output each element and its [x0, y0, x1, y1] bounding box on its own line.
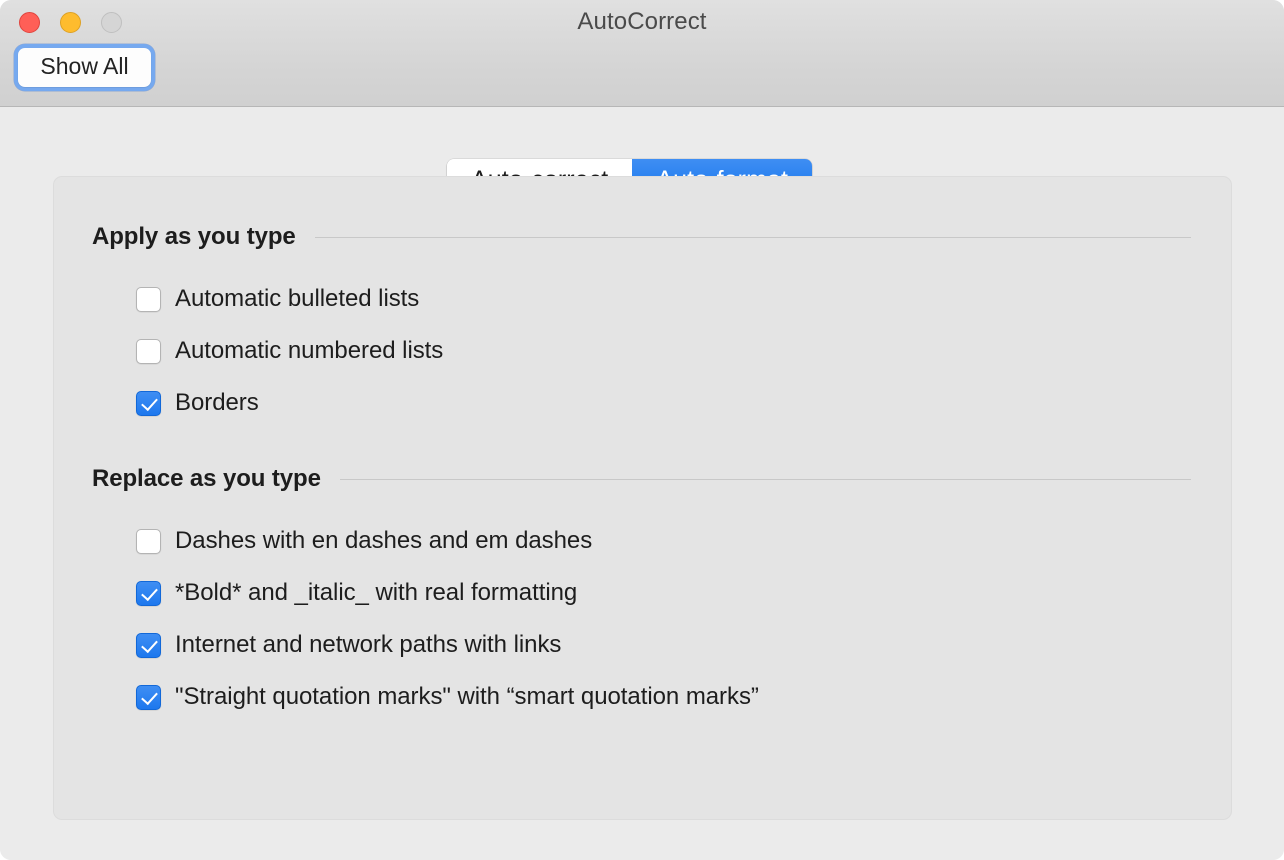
- group-divider: [340, 479, 1191, 480]
- checkbox-label: Automatic bulleted lists: [175, 285, 419, 313]
- group-title: Apply as you type: [92, 223, 296, 251]
- window-titlebar: AutoCorrect Show All: [0, 0, 1284, 107]
- group-replace-as-you-type: Replace as you type Dashes with en dashe…: [54, 465, 1231, 723]
- show-all-focus-ring: Show All: [14, 44, 155, 91]
- checkbox-row-dashes[interactable]: Dashes with en dashes and em dashes: [136, 515, 1231, 567]
- checkbox-icon-checked[interactable]: [136, 581, 161, 606]
- checkbox-row-automatic-bulleted-lists[interactable]: Automatic bulleted lists: [136, 273, 1231, 325]
- checkbox-row-automatic-numbered-lists[interactable]: Automatic numbered lists: [136, 325, 1231, 377]
- auto-format-panel: Apply as you type Automatic bulleted lis…: [53, 176, 1232, 820]
- checkbox-icon-unchecked[interactable]: [136, 339, 161, 364]
- checkbox-icon-checked[interactable]: [136, 633, 161, 658]
- checkbox-row-borders[interactable]: Borders: [136, 377, 1231, 429]
- group-header: Replace as you type: [54, 465, 1231, 493]
- preferences-content: Auto-correct Auto-format Apply as you ty…: [0, 108, 1284, 860]
- page-title: AutoCorrect: [0, 8, 1284, 36]
- checkbox-list: Dashes with en dashes and em dashes *Bol…: [54, 515, 1231, 723]
- checkbox-list: Automatic bulleted lists Automatic numbe…: [54, 273, 1231, 429]
- checkbox-label: Dashes with en dashes and em dashes: [175, 527, 592, 555]
- show-all-button[interactable]: Show All: [18, 48, 151, 87]
- checkbox-row-internet-paths[interactable]: Internet and network paths with links: [136, 619, 1231, 671]
- checkbox-icon-unchecked[interactable]: [136, 529, 161, 554]
- group-divider: [315, 237, 1191, 238]
- group-title: Replace as you type: [92, 465, 321, 493]
- group-header: Apply as you type: [54, 223, 1231, 251]
- checkbox-row-bold-italic[interactable]: *Bold* and _italic_ with real formatting: [136, 567, 1231, 619]
- checkbox-row-smart-quotes[interactable]: "Straight quotation marks" with “smart q…: [136, 671, 1231, 723]
- checkbox-label: Internet and network paths with links: [175, 631, 561, 659]
- checkbox-icon-checked[interactable]: [136, 685, 161, 710]
- checkbox-label: Borders: [175, 389, 259, 417]
- checkbox-icon-checked[interactable]: [136, 391, 161, 416]
- checkbox-icon-unchecked[interactable]: [136, 287, 161, 312]
- checkbox-label: *Bold* and _italic_ with real formatting: [175, 579, 577, 607]
- checkbox-label: Automatic numbered lists: [175, 337, 443, 365]
- checkbox-label: "Straight quotation marks" with “smart q…: [175, 683, 759, 711]
- group-apply-as-you-type: Apply as you type Automatic bulleted lis…: [54, 223, 1231, 429]
- autocorrect-window: AutoCorrect Show All Auto-correct Auto-f…: [0, 0, 1284, 860]
